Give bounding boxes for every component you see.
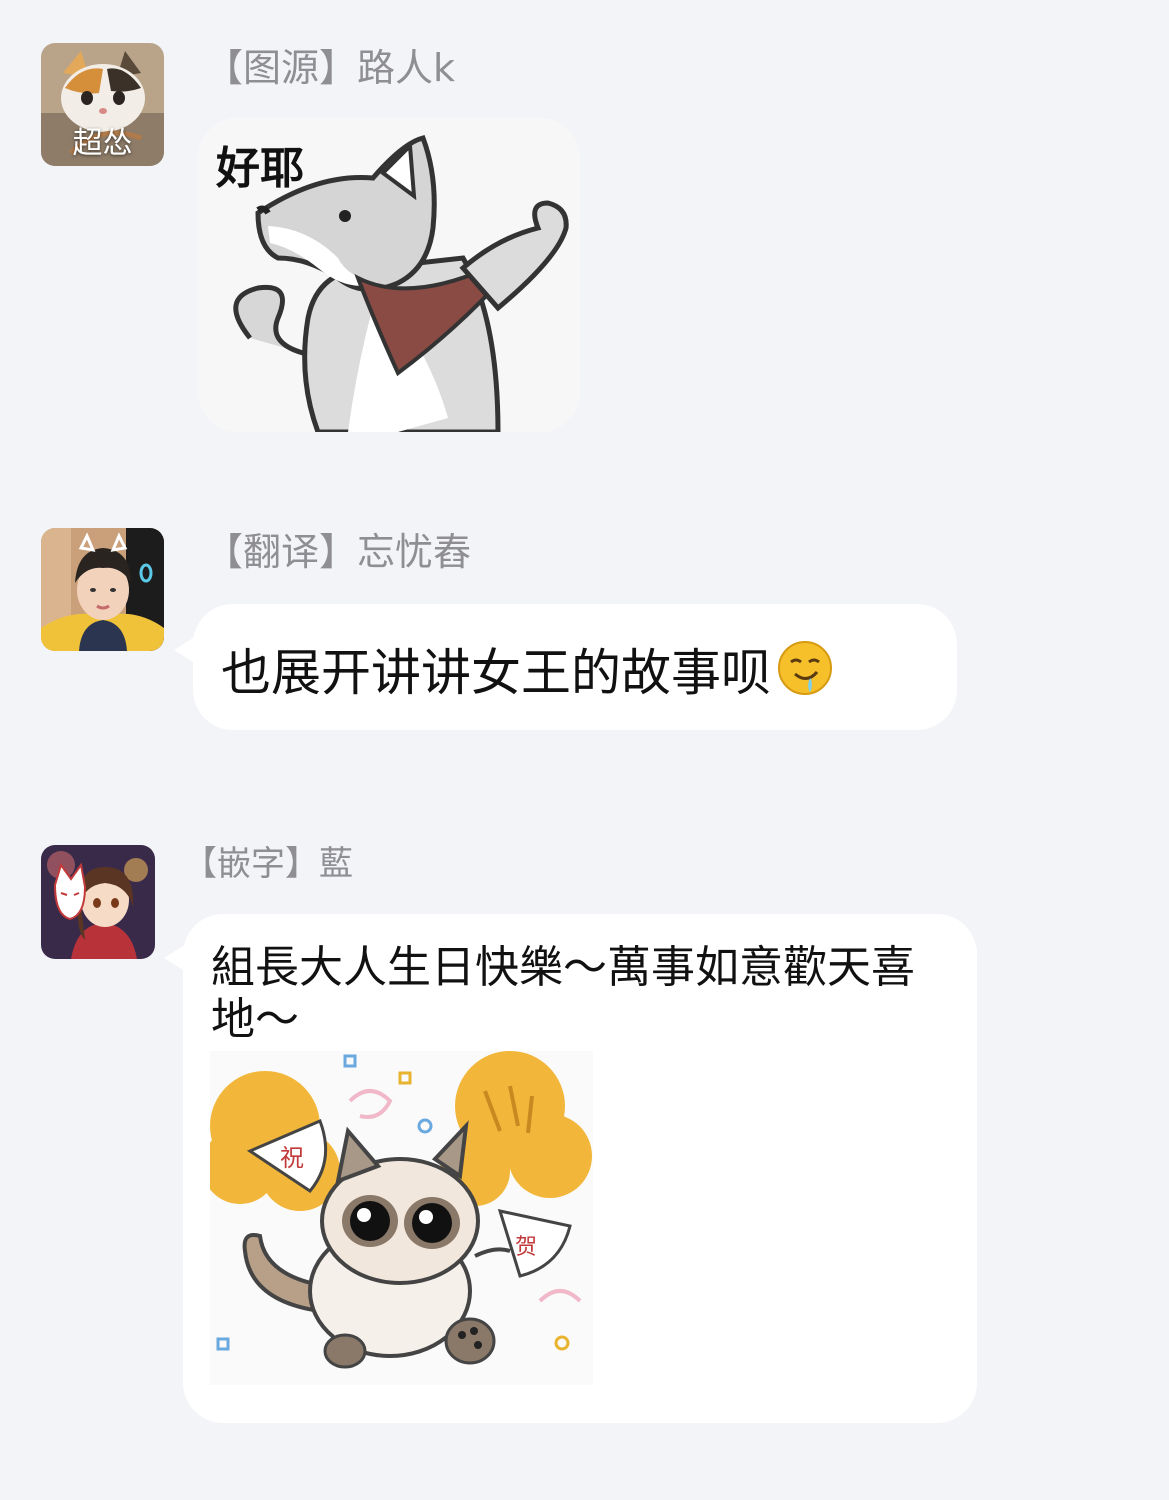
cat-avatar[interactable]: 超怂 (41, 43, 164, 166)
message-bubble[interactable]: 好耶 (198, 118, 580, 432)
sender-name: 【图源】路人k (205, 46, 456, 90)
anime-girl-fox-mask-avatar[interactable] (41, 845, 155, 959)
message-text-content: 也展开讲讲女王的故事呗 (221, 644, 771, 702)
drooling-face-emoji-icon (778, 641, 832, 695)
message-bubble[interactable]: 也展开讲讲女王的故事呗 (193, 604, 957, 730)
fan-label-right: 贺 (515, 1235, 537, 1260)
sticker-caption: 好耶 (216, 143, 304, 194)
anime-girl-avatar-image (41, 845, 155, 959)
message-bubble[interactable]: 組長大人生日快樂～萬事如意歡天喜地～ 祝 贺 (183, 914, 977, 1423)
sender-name: 【嵌字】藍 (183, 844, 353, 884)
siamese-cat-icon: 祝 贺 (210, 1051, 593, 1385)
avatar-label: 超怂 (72, 126, 133, 161)
message-text: 組長大人生日快樂～萬事如意歡天喜地～ (211, 942, 915, 1045)
husky-dog-cheering-sticker[interactable]: 好耶 (198, 118, 580, 432)
sender-name: 【翻译】忘忧舂 (205, 530, 472, 574)
boy-photo-avatar-image (41, 528, 164, 651)
boy-photo-avatar[interactable] (41, 528, 164, 651)
message-text: 也展开讲讲女王的故事呗 (221, 638, 835, 701)
siamese-cat-cheering-fans-sticker[interactable]: 祝 贺 (210, 1051, 593, 1385)
fan-label-left: 祝 (280, 1144, 304, 1172)
